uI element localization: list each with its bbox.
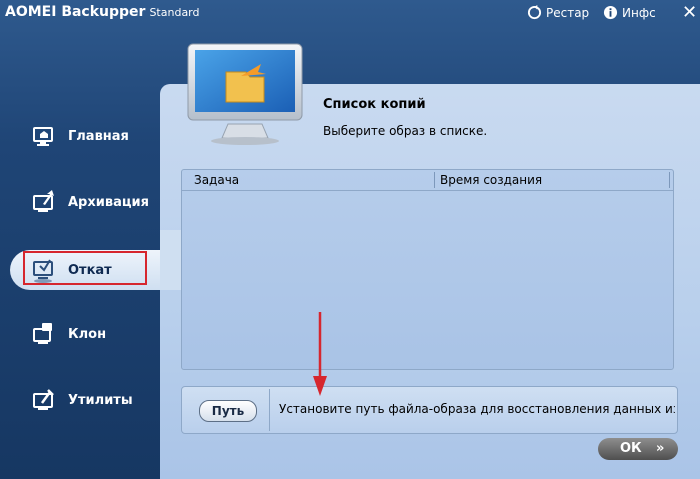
sidebar-item-home[interactable]: Главная (30, 118, 170, 154)
restore-label: Рестар (546, 5, 590, 20)
panel-title: Список копий (323, 97, 426, 112)
sidebar-item-label: Главная (68, 128, 129, 144)
sidebar-item-clone[interactable]: Клон (30, 316, 170, 352)
app-name: AOMEI Backupper (5, 4, 146, 20)
ok-label: ОК (620, 441, 642, 456)
annotation-arrow-down-icon (313, 312, 327, 396)
column-divider (434, 172, 435, 188)
clone-icon (33, 323, 52, 344)
sidebar-item-label: Утилиты (68, 392, 133, 408)
info-button[interactable]: Инфс (603, 5, 656, 20)
sidebar-item-label: Архивация (68, 194, 149, 210)
backup-list[interactable]: Задача Время создания (181, 169, 674, 370)
double-chevron-right-icon: » (656, 441, 665, 456)
ok-button[interactable]: ОК » (598, 438, 678, 460)
panel-subtitle: Выберите образ в списке. (323, 124, 488, 138)
app-edition: Standard (149, 6, 200, 19)
path-hint-text: Установите путь файла-образа для восстан… (279, 402, 675, 416)
info-icon (603, 5, 618, 20)
sidebar-item-backup[interactable]: Архивация (30, 184, 170, 220)
path-divider (269, 389, 270, 431)
sidebar-item-tools[interactable]: Утилиты (30, 382, 170, 418)
backup-icon (33, 190, 54, 212)
column-header-task[interactable]: Задача (194, 173, 239, 187)
home-monitor-icon (33, 127, 53, 146)
restore-button[interactable]: Рестар (527, 5, 589, 20)
app-title: AOMEI Backupper Standard (5, 4, 200, 20)
path-button[interactable]: Путь (199, 400, 257, 422)
annotation-highlight-box (23, 251, 147, 285)
tools-icon (33, 389, 54, 410)
sidebar-item-label: Клон (68, 326, 107, 342)
restore-icon (527, 5, 542, 20)
title-bar: AOMEI Backupper Standard Рестар Инфс ✕ (0, 0, 700, 26)
list-header: Задача Время создания (182, 170, 673, 191)
info-label: Инфс (622, 5, 656, 20)
close-button[interactable]: ✕ (682, 2, 697, 23)
path-bar: Путь Установите путь файла-образа для во… (181, 386, 678, 434)
column-divider (669, 172, 670, 188)
column-header-created[interactable]: Время создания (440, 173, 542, 187)
monitor-folder-illustration (187, 43, 303, 145)
